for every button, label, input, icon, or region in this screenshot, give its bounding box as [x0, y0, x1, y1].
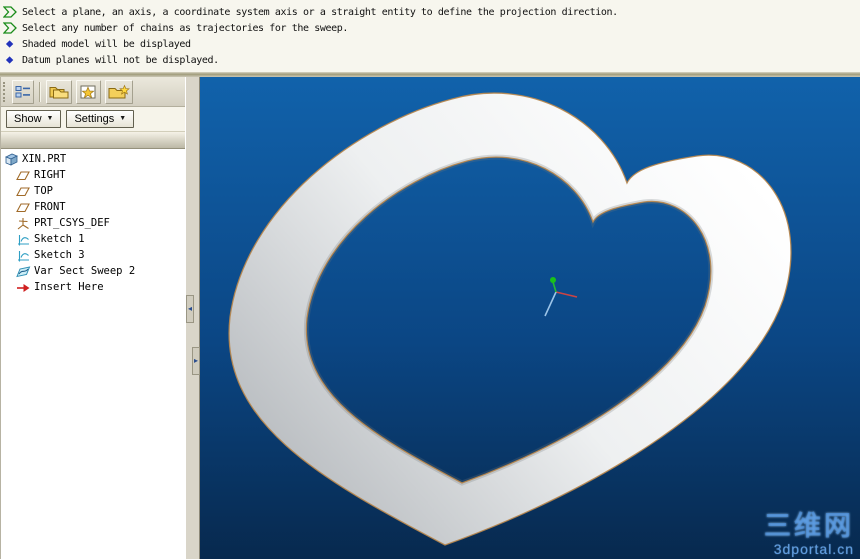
message-area: Select a plane, an axis, a coordinate sy…: [0, 0, 860, 72]
tree-item-insert-here[interactable]: Insert Here: [1, 279, 186, 295]
tree-item-right[interactable]: RIGHT: [1, 167, 186, 183]
message-text: Select any number of chains as trajector…: [22, 22, 348, 34]
sweep-icon: [16, 265, 31, 278]
datum-plane-icon: [16, 185, 31, 198]
info-bullet-icon: [3, 54, 18, 66]
model-tree-grid-icon[interactable]: [12, 79, 34, 104]
message-line: Select a plane, an axis, a coordinate sy…: [0, 4, 860, 20]
insert-here-icon: [16, 281, 31, 294]
info-bullet-icon: [3, 38, 18, 50]
toolbar-grip[interactable]: [3, 81, 7, 102]
tree-item-sketch-3[interactable]: Sketch 3: [1, 247, 186, 263]
tree-item-sketch-1[interactable]: Sketch 1: [1, 231, 186, 247]
collapse-panel-left-button[interactable]: ◂: [186, 295, 194, 323]
model-tree: XIN.PRT RIGHT TOP FRONT PRT_CSYS_DEF Ske…: [1, 149, 186, 559]
chevron-down-icon: ▼: [46, 115, 54, 122]
tree-item-label: XIN.PRT: [22, 153, 67, 165]
show-menu-label: Show: [14, 112, 42, 125]
tree-item-top[interactable]: TOP: [1, 183, 186, 199]
model-tree-menubar: Show ▼ Settings ▼: [1, 107, 186, 132]
prompt-arrow-icon: [2, 22, 18, 34]
tree-item-label: Sketch 1: [34, 233, 85, 245]
tree-item-label: FRONT: [34, 201, 66, 213]
panel-sash[interactable]: [1, 132, 186, 149]
tree-item-label: PRT_CSYS_DEF: [34, 217, 110, 229]
chevron-down-icon: ▼: [119, 115, 127, 122]
paste-folders-icon[interactable]: [46, 79, 72, 104]
tree-item-var-sect-sweep-2[interactable]: Var Sect Sweep 2: [1, 263, 186, 279]
tree-item-label: Var Sect Sweep 2: [34, 265, 136, 277]
show-menu-button[interactable]: Show ▼: [6, 110, 62, 128]
message-line: Datum planes will not be displayed.: [0, 52, 860, 68]
datum-plane-icon: [16, 169, 31, 182]
csys-icon: [16, 217, 31, 230]
favorites-star-icon[interactable]: [76, 79, 101, 104]
prompt-arrow-icon: [2, 6, 18, 18]
tree-item-label: Sketch 3: [34, 249, 85, 261]
tree-item-label: TOP: [34, 185, 53, 197]
folder-star-icon[interactable]: [105, 79, 133, 104]
part-icon: [4, 153, 19, 166]
sketch-icon: [16, 233, 31, 246]
tree-item-front[interactable]: FRONT: [1, 199, 186, 215]
message-line: Shaded model will be displayed: [0, 36, 860, 52]
message-text: Shaded model will be displayed: [22, 38, 191, 50]
collapse-panel-right-button[interactable]: ▸: [192, 347, 200, 375]
settings-menu-button[interactable]: Settings ▼: [66, 110, 135, 128]
tree-item-label: Insert Here: [34, 281, 104, 293]
heart-sweep-model: [200, 77, 860, 559]
datum-plane-icon: [16, 201, 31, 214]
toolbar-separator: [39, 81, 41, 102]
settings-menu-label: Settings: [74, 112, 115, 125]
message-text: Select a plane, an axis, a coordinate sy…: [22, 6, 618, 18]
model-tree-toolbar: [1, 77, 186, 107]
message-line: Select any number of chains as trajector…: [0, 20, 860, 36]
model-tree-panel: Show ▼ Settings ▼ XIN.PRT RIGHT TOP FRON…: [0, 77, 186, 559]
tree-item-label: RIGHT: [34, 169, 66, 181]
sketch-icon: [16, 249, 31, 262]
proe-window: Select a plane, an axis, a coordinate sy…: [0, 0, 860, 559]
graphics-viewport[interactable]: 三维网 3dportal.cn: [200, 77, 860, 559]
tree-item-prt-csys-def[interactable]: PRT_CSYS_DEF: [1, 215, 186, 231]
panel-splitter[interactable]: ◂ ▸: [185, 77, 200, 559]
tree-item-xin-prt[interactable]: XIN.PRT: [1, 151, 186, 167]
message-text: Datum planes will not be displayed.: [22, 54, 219, 66]
